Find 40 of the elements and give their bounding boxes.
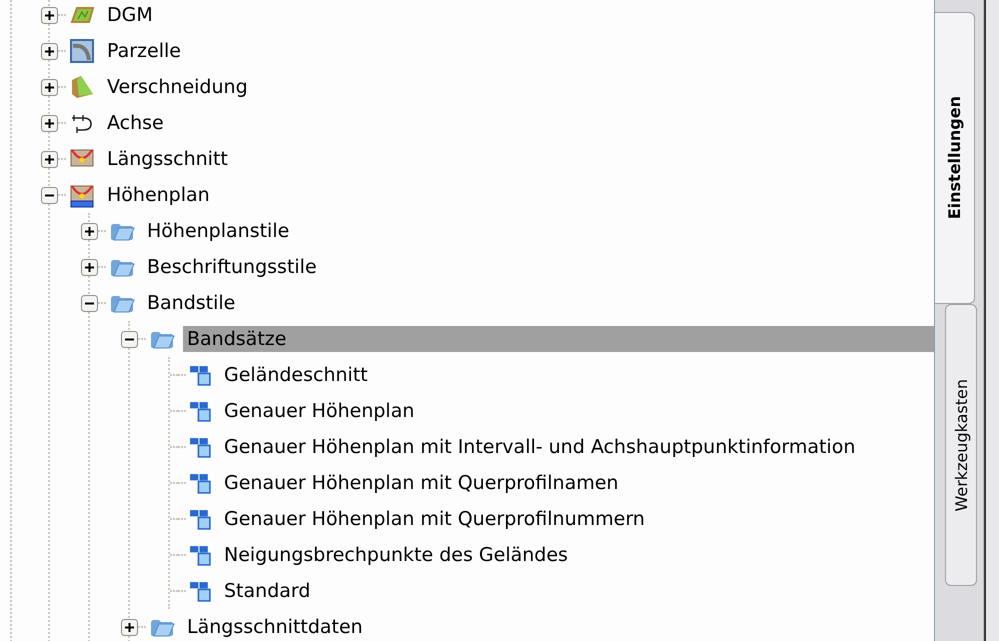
tree-item[interactable]: Parzelle [103, 38, 187, 64]
expand-icon[interactable] [80, 222, 98, 240]
tree-item[interactable]: Höhenplanstile [143, 218, 296, 244]
tree-item[interactable]: Bandsätze [183, 326, 934, 352]
style-icon [189, 508, 212, 530]
style-icon [189, 472, 212, 494]
style-icon [189, 400, 212, 422]
expand-icon[interactable] [40, 150, 58, 168]
expand-icon[interactable] [120, 618, 138, 636]
tree-item[interactable]: Verschneidung [103, 74, 254, 100]
tree-item[interactable]: Längsschnitt [103, 146, 234, 172]
tree-item[interactable]: Neigungsbrechpunkte des Geländes [220, 542, 574, 568]
tree-item[interactable]: Geländeschnitt [220, 362, 374, 388]
expand-icon[interactable] [40, 42, 58, 60]
expand-icon[interactable] [40, 114, 58, 132]
tree-item[interactable]: Genauer Höhenplan mit Intervall- und Achshauptpunktinformation [220, 434, 862, 460]
parcel-icon [69, 38, 95, 64]
tree-item[interactable]: DGM [103, 2, 159, 28]
wedge-icon [69, 74, 95, 100]
tree-item[interactable]: Genauer Höhenplan mit Querprofilnamen [220, 470, 624, 496]
tree-item[interactable]: Achse [103, 110, 170, 136]
expand-icon[interactable] [40, 78, 58, 96]
collapse-icon[interactable] [80, 294, 98, 312]
tree-item[interactable]: Höhenplan [103, 182, 216, 208]
collapse-icon[interactable] [120, 330, 138, 348]
side-tab[interactable]: Werkzeugkasten [945, 304, 977, 586]
style-icon [189, 580, 212, 602]
side-tab[interactable]: Einstellungen [935, 12, 975, 304]
tree-item[interactable]: Genauer Höhenplan mit Querprofilnummern [220, 506, 651, 532]
tree-item[interactable]: Standard [220, 578, 316, 604]
collapse-icon[interactable] [40, 186, 58, 204]
expand-icon[interactable] [40, 6, 58, 24]
style-icon [189, 436, 212, 458]
expand-icon[interactable] [80, 258, 98, 276]
tree-item[interactable]: Beschriftungsstile [143, 254, 323, 280]
style-icon [189, 364, 212, 386]
tree-item[interactable]: Längsschnittdaten [183, 614, 369, 640]
style-icon [189, 544, 212, 566]
tree-item[interactable]: Genauer Höhenplan [220, 398, 420, 424]
tree-item[interactable]: Bandstile [143, 290, 242, 316]
